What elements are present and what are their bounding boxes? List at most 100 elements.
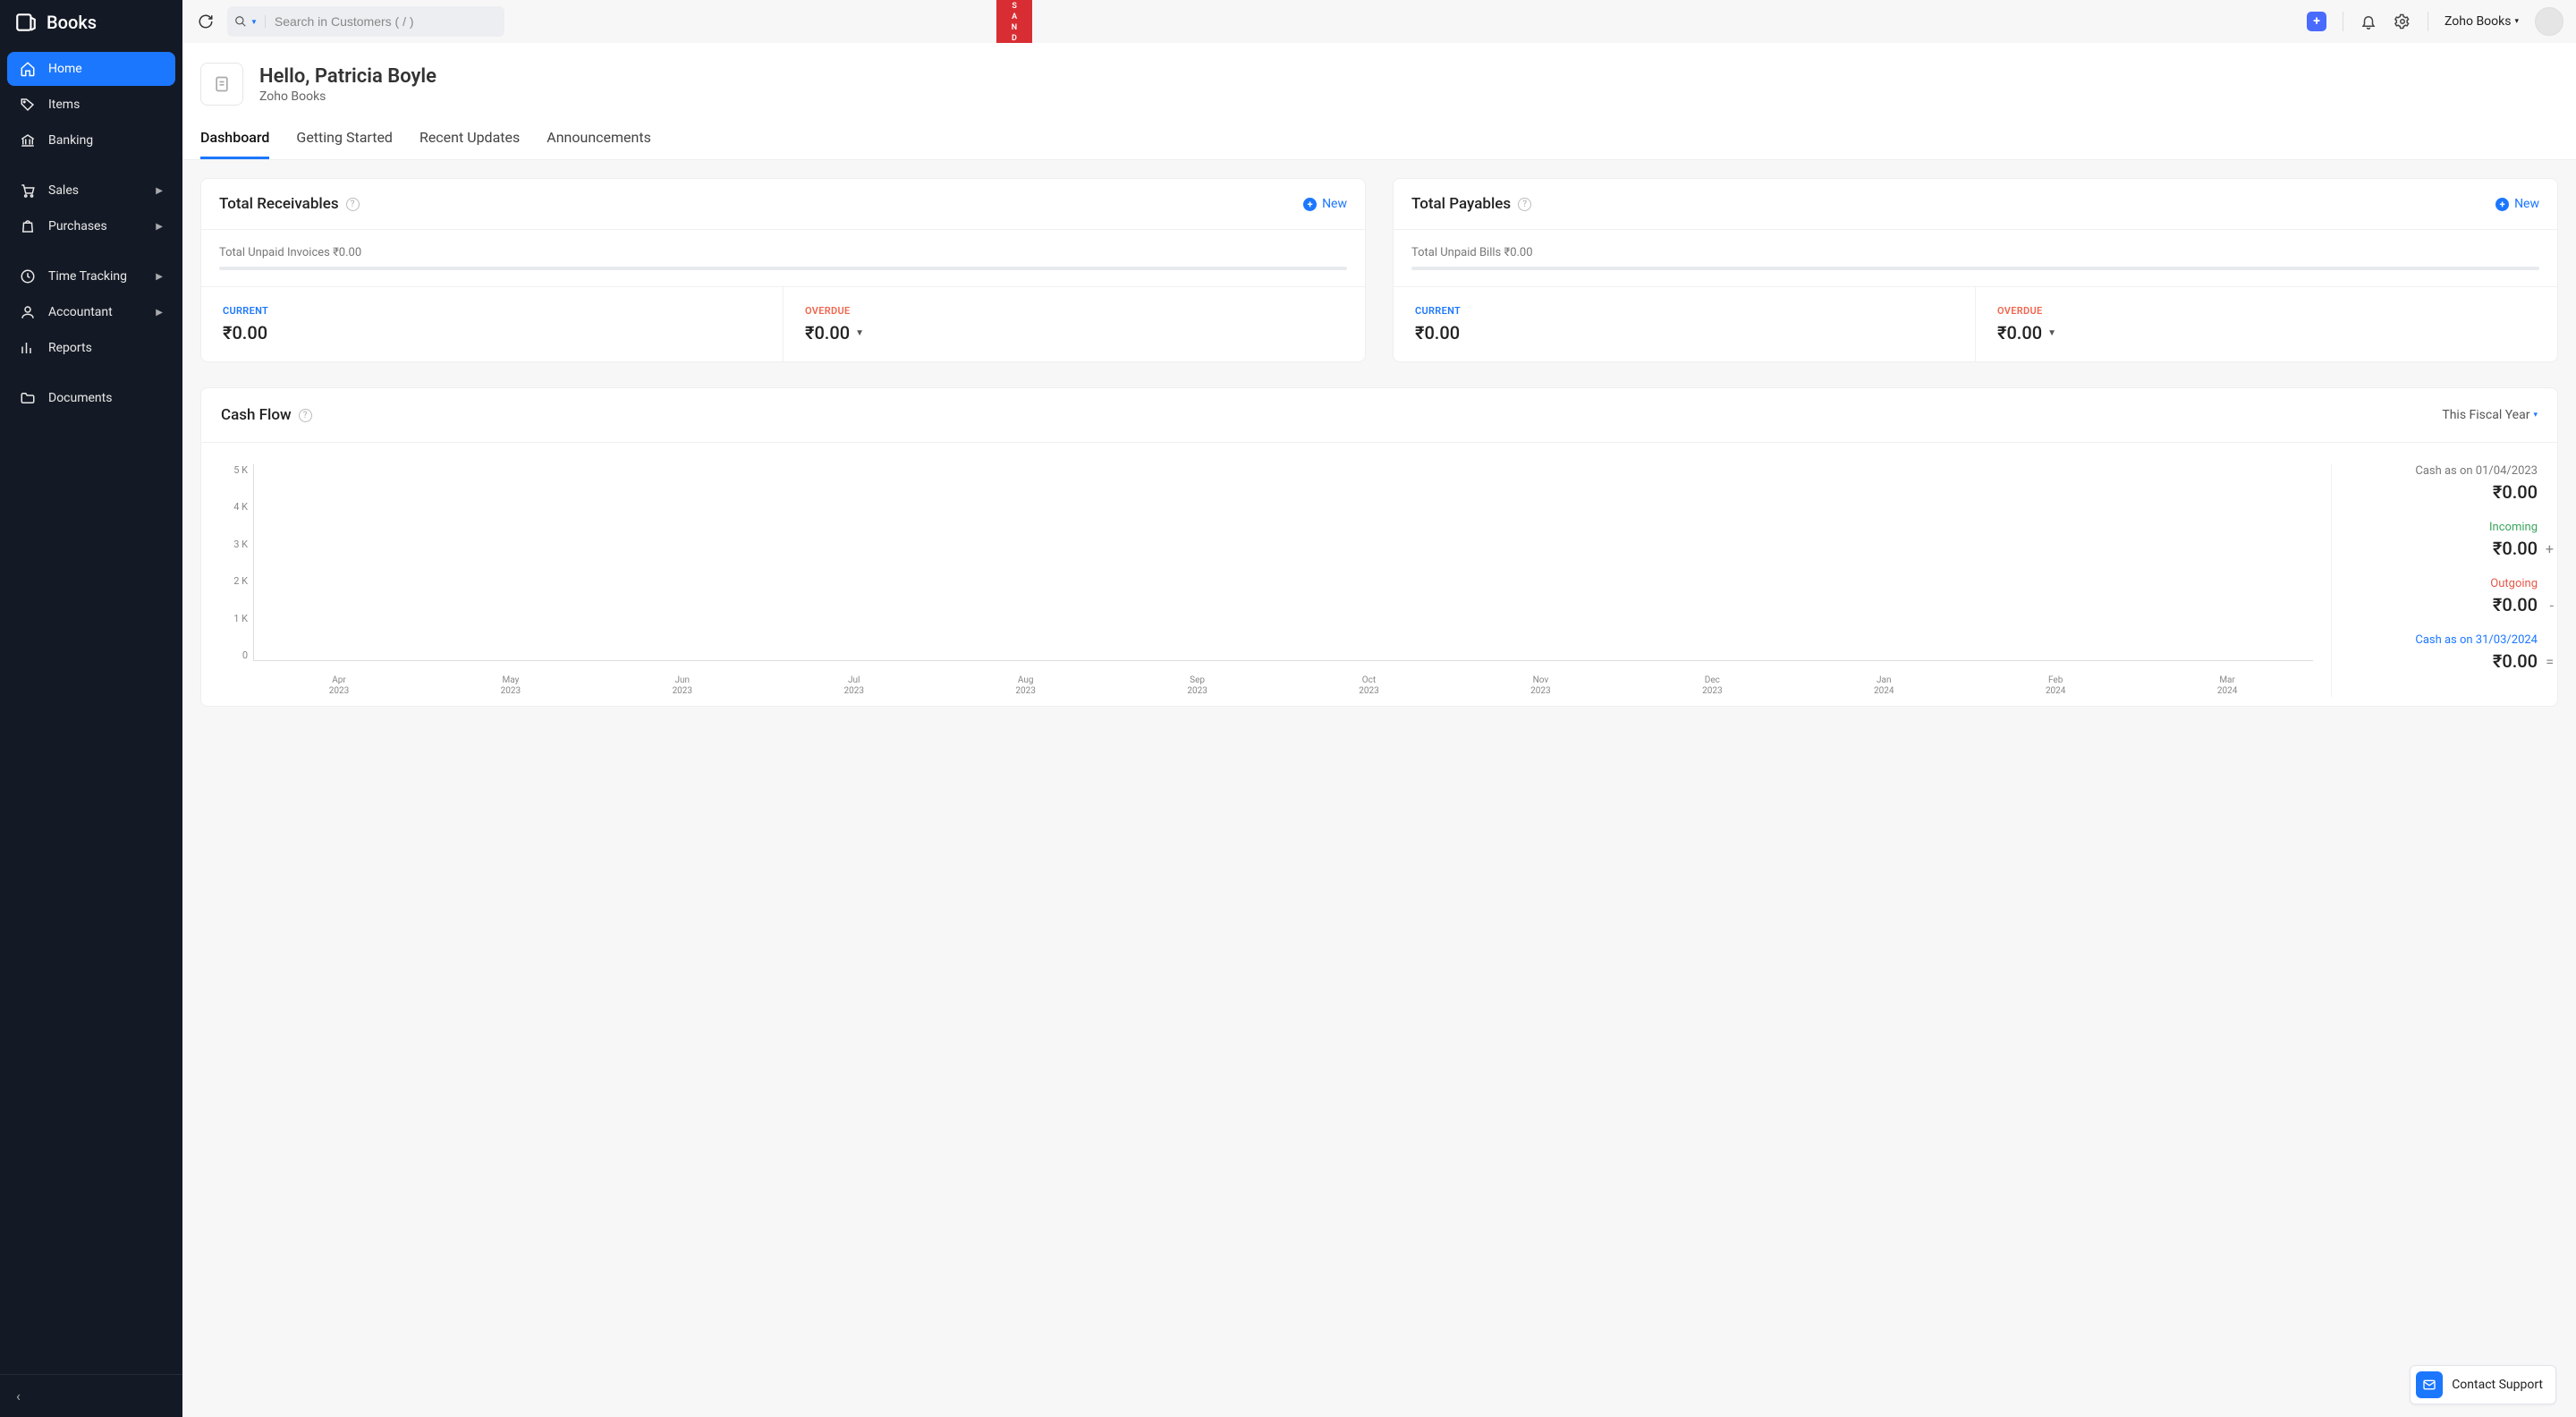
org-logo-placeholder[interactable] [200, 63, 243, 106]
opening-value: ₹0.00 [2359, 481, 2538, 503]
overdue-value-text: ₹0.00 [805, 322, 850, 344]
incoming-label: Incoming [2359, 521, 2538, 534]
cart-icon [20, 182, 36, 199]
search-box: ▼ [227, 6, 504, 37]
bank-icon [20, 132, 36, 148]
tag-icon [20, 97, 36, 113]
cashflow-chart: 5 K4 K3 K2 K1 K0 Apr2023May2023Jun2023Ju… [221, 464, 2332, 697]
plus-circle-icon: + [2496, 198, 2509, 211]
y-tick: 3 K [221, 539, 248, 550]
help-icon[interactable]: ? [346, 198, 360, 211]
chevron-down-icon: ▼ [855, 328, 864, 338]
minus-sign: - [2550, 597, 2554, 614]
home-icon [20, 61, 36, 77]
tab-recent-updates[interactable]: Recent Updates [419, 129, 520, 159]
opening-label: Cash as on 01/04/2023 [2359, 464, 2538, 478]
x-tick: Jul2023 [768, 675, 940, 697]
cashflow-period-selector[interactable]: This Fiscal Year ▾ [2442, 408, 2538, 422]
sidebar-item-label: Items [48, 98, 80, 112]
gear-icon [2394, 13, 2411, 30]
receivables-current-stat: CURRENT ₹0.00 [201, 287, 784, 361]
org-selector[interactable]: Zoho Books ▾ [2445, 14, 2519, 29]
org-name: Zoho Books [2445, 14, 2511, 29]
page-header: Hello, Patricia Boyle Zoho Books Dashboa… [182, 43, 2576, 160]
x-tick: Jan2024 [1798, 675, 1970, 697]
payables-overdue-value[interactable]: ₹0.00 ▼ [1997, 322, 2536, 344]
y-tick: 1 K [221, 613, 248, 624]
payables-new-button[interactable]: + New [2496, 197, 2539, 211]
payables-progress-bar [1411, 267, 2539, 270]
sidebar-item-items[interactable]: Items [7, 88, 175, 122]
books-logo-icon [14, 11, 38, 34]
tab-announcements[interactable]: Announcements [547, 129, 651, 159]
sidebar-item-banking[interactable]: Banking [7, 123, 175, 157]
sidebar-item-sales[interactable]: Sales ▶ [7, 174, 175, 208]
plus-circle-icon: + [1303, 198, 1317, 211]
sidebar: Books Home Items Banking Sales ▶ P [0, 0, 182, 1417]
new-label: New [2514, 197, 2539, 211]
tab-getting-started[interactable]: Getting Started [296, 129, 393, 159]
avatar[interactable] [2535, 7, 2563, 36]
settings-button[interactable] [2394, 13, 2411, 30]
sidebar-item-accountant[interactable]: Accountant ▶ [7, 295, 175, 329]
chart-icon [20, 340, 36, 356]
receivables-unpaid-text: Total Unpaid Invoices ₹0.00 [219, 246, 1347, 259]
outgoing-value: ₹0.00 [2359, 594, 2538, 615]
notifications-button[interactable] [2360, 13, 2377, 30]
search-input[interactable] [266, 14, 497, 29]
document-icon [213, 75, 231, 93]
sidebar-item-reports[interactable]: Reports [7, 331, 175, 365]
payables-overdue-stat: OVERDUE ₹0.00 ▼ [1976, 287, 2557, 361]
new-label: New [1322, 197, 1347, 211]
sidebar-item-label: Accountant [48, 305, 113, 319]
payables-current-value: ₹0.00 [1415, 322, 1953, 344]
sidebar-item-home[interactable]: Home [7, 52, 175, 86]
support-label: Contact Support [2452, 1378, 2543, 1392]
header-tabs: Dashboard Getting Started Recent Updates… [200, 129, 2558, 159]
chart-x-axis: Apr2023May2023Jun2023Jul2023Aug2023Sep20… [253, 675, 2313, 697]
sidebar-item-label: Documents [48, 391, 112, 405]
greeting-title: Hello, Patricia Boyle [259, 65, 436, 88]
outgoing-label: Outgoing [2359, 577, 2538, 590]
refresh-button[interactable] [195, 11, 216, 32]
receivables-overdue-stat: OVERDUE ₹0.00 ▼ [784, 287, 1365, 361]
chevron-right-icon: ▶ [156, 308, 163, 318]
help-icon[interactable]: ? [1518, 198, 1531, 211]
plus-icon: + [2313, 14, 2320, 29]
nav: Home Items Banking Sales ▶ Purchases ▶ [0, 45, 182, 1374]
user-icon [20, 304, 36, 320]
receivables-current-value: ₹0.00 [223, 322, 761, 344]
search-scope-selector[interactable]: ▼ [234, 15, 266, 28]
y-tick: 5 K [221, 464, 248, 476]
folder-icon [20, 390, 36, 406]
receivables-new-button[interactable]: + New [1303, 197, 1347, 211]
sidebar-item-purchases[interactable]: Purchases ▶ [7, 209, 175, 243]
x-tick: Dec2023 [1626, 675, 1798, 697]
brand-label: Books [47, 12, 97, 33]
quick-add-button[interactable]: + [2307, 12, 2326, 31]
sidebar-collapse[interactable]: ‹ [0, 1374, 182, 1417]
stat-label-overdue: OVERDUE [805, 305, 1343, 317]
receivables-overdue-value[interactable]: ₹0.00 ▼ [805, 322, 1343, 344]
brand[interactable]: Books [0, 0, 182, 45]
contact-support-button[interactable]: Contact Support [2410, 1365, 2556, 1404]
chevron-down-icon: ▾ [2533, 411, 2538, 420]
sidebar-item-time-tracking[interactable]: Time Tracking ▶ [7, 259, 175, 293]
tab-dashboard[interactable]: Dashboard [200, 129, 269, 159]
chevron-left-icon: ‹ [16, 1387, 21, 1404]
help-icon[interactable]: ? [299, 409, 312, 422]
clock-icon [20, 268, 36, 284]
chart-plot-area [253, 464, 2313, 661]
payables-unpaid-text: Total Unpaid Bills ₹0.00 [1411, 246, 2539, 259]
receivables-card: Total Receivables ? + New Total Unpaid I… [200, 178, 1366, 362]
y-tick: 2 K [221, 575, 248, 587]
topbar: ▼ + Zoho Books ▾ [182, 0, 2576, 43]
sidebar-item-documents[interactable]: Documents [7, 381, 175, 415]
stat-label-current: CURRENT [1415, 305, 1953, 317]
content: Total Receivables ? + New Total Unpaid I… [182, 160, 2576, 1417]
receivables-progress-bar [219, 267, 1347, 270]
closing-label: Cash as on 31/03/2024 [2359, 633, 2538, 647]
chevron-down-icon: ▾ [2514, 17, 2519, 26]
bell-icon [2360, 13, 2377, 30]
sidebar-item-label: Sales [48, 183, 79, 198]
